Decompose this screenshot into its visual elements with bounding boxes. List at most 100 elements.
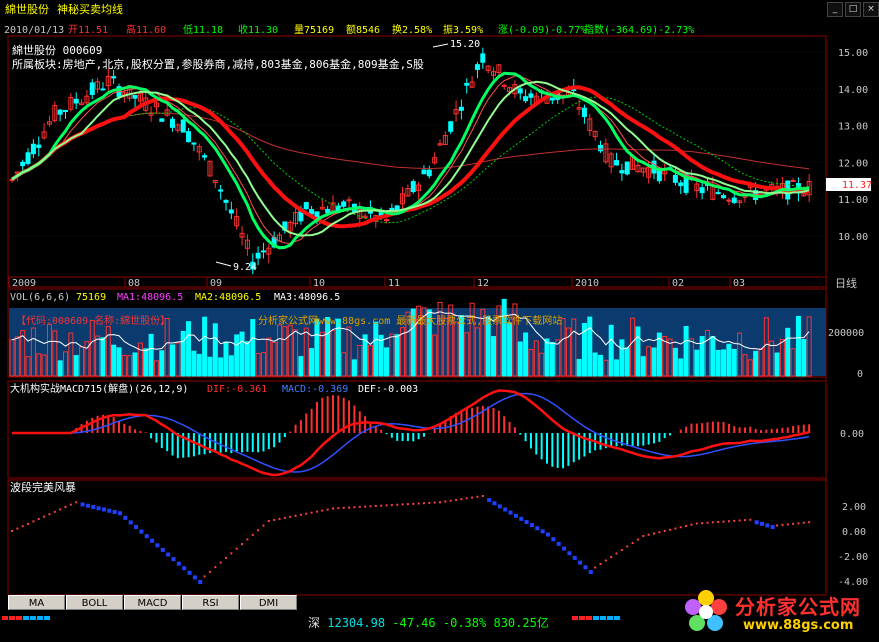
wave-dot [760,521,764,526]
vol-value: 75169 [76,292,106,303]
wave-dot [428,501,431,504]
wave-dot [107,508,112,513]
volume-bar [576,358,582,377]
volume-bar [234,334,240,377]
stock-chart-canvas[interactable]: 2009 08 09 10 11 12 2010 02 03 15.00 14.00 13.00 12… [0,0,879,642]
volume-bar [592,352,598,377]
minimize-button[interactable]: _ [827,1,843,17]
candle-body [132,95,138,99]
tab-rsi[interactable]: RSI [182,595,239,610]
candle-body [523,96,529,102]
candle-body [63,110,68,113]
volume-bar [608,324,614,377]
quote-date: 2010/01/13 [4,25,64,36]
wave-dot [529,523,534,528]
volume-bar [774,352,780,377]
volume-bar [801,338,807,377]
wave-dot [690,523,693,526]
tab-ma[interactable]: MA [8,595,65,610]
quote-index: 指数(-364.69)-2.73% [584,23,694,36]
volume-bar [218,357,224,377]
candle-body [25,152,31,164]
wave-dot [792,522,795,525]
wave-dot [332,507,334,510]
volume-bar [544,338,550,377]
vol-code-label: 【代码:000609 名称:綿世股份】 [16,314,170,327]
tab-macd[interactable]: MACD [124,595,181,610]
wave-dot [321,509,324,512]
wave-dot [583,565,588,570]
wave-dot [439,501,441,504]
vol-ma1: MA1:48096.5 [117,292,183,303]
month-label: 02 [672,278,684,289]
month-label: 09 [210,278,222,289]
candle-body [111,76,117,79]
wave-dot [96,506,101,511]
wave-dot [326,508,329,511]
macd-value: MACD:-0.369 [282,384,348,395]
volume-bar [244,341,250,377]
wave-dot [64,506,67,509]
wave-dot [69,503,72,506]
wave-dot [11,530,13,532]
volume-bar [587,316,593,377]
volume-bar [180,330,186,377]
volume-bar [651,347,657,377]
candle-body [715,192,721,195]
candle-body [410,181,416,193]
candle-body [260,250,266,253]
wave-dot [396,503,399,506]
volume-bar [731,348,737,377]
price-axis-label: 13.00 [838,122,868,133]
volume-bar [523,332,529,377]
macd-dea-line [12,392,810,473]
wave-dot [225,556,227,559]
volume-bar [672,347,678,377]
candle-body [464,82,470,86]
maximize-button[interactable]: □ [845,1,861,17]
month-label: 08 [128,278,140,289]
quote-turnover: 换2.58% [392,23,432,36]
market-strength-indicator-right [572,616,620,628]
wave-dot [449,499,452,502]
candle-body [180,119,186,133]
indicator-tabs: MA BOLL MACD RSI DMI [8,595,298,611]
candle-body [228,209,234,214]
wave-dot [294,514,297,517]
wave-dot [513,513,518,518]
wave-dot [487,498,492,503]
volume-bar [683,325,689,377]
volume-bar [159,350,165,377]
wave-dot [658,531,661,534]
wave-dot [572,555,577,560]
price-axis-label: 11.00 [838,195,868,206]
price-axis-label: 14.00 [838,85,868,96]
volume-bar [191,350,197,377]
wave-dot [615,552,618,555]
wave-dot [139,529,144,534]
shenzhen-index: 深 12304.98 -47.46 -0.38% 830.25亿 [308,614,549,631]
close-button[interactable]: × [863,1,879,17]
candle-body [30,143,36,155]
wave-dot [604,559,607,562]
candle-body [191,142,197,145]
volume-bar [394,334,400,377]
wave-dot [535,526,540,531]
wave-dot [305,512,308,515]
wave-dot [770,525,775,529]
wave-dot [556,541,561,546]
logo-url: www.88gs.com [743,618,854,633]
macd-dif: DIF:-0.361 [207,384,267,395]
candle-body [480,53,486,63]
wave-dot [642,535,645,537]
wave-dot [492,501,497,506]
wave-dot [251,533,254,536]
quote-open: 开11.51 [68,25,108,36]
wave-dot [364,505,367,508]
wave-dot [776,524,779,527]
tab-boll[interactable]: BOLL [66,595,123,610]
quote-volume: 量75169 [294,24,334,36]
wave-dot [754,520,759,525]
volume-bar [207,356,213,377]
tab-dmi[interactable]: DMI [240,595,297,610]
